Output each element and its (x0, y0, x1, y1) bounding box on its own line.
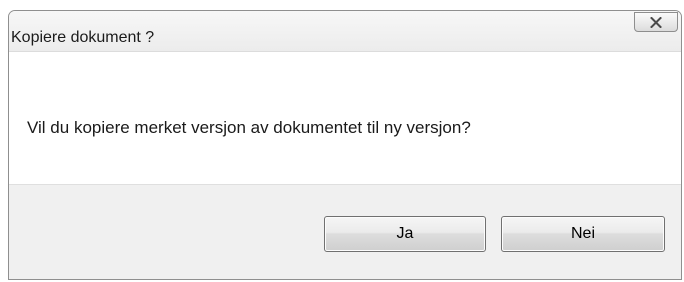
yes-button[interactable]: Ja (324, 216, 486, 252)
close-icon (650, 16, 662, 28)
dialog-title: Kopiere dokument ? (11, 29, 155, 46)
dialog-message: Vil du kopiere merket versjon av dokumen… (27, 118, 471, 137)
dialog-window: Kopiere dokument ? Vil du kopiere merket… (8, 10, 682, 280)
close-button[interactable] (634, 12, 678, 32)
no-button[interactable]: Nei (501, 216, 665, 252)
message-area: Vil du kopiere merket versjon av dokumen… (9, 51, 681, 185)
title-bar: Kopiere dokument ? (9, 11, 681, 51)
button-bar: Ja Nei (9, 185, 681, 279)
